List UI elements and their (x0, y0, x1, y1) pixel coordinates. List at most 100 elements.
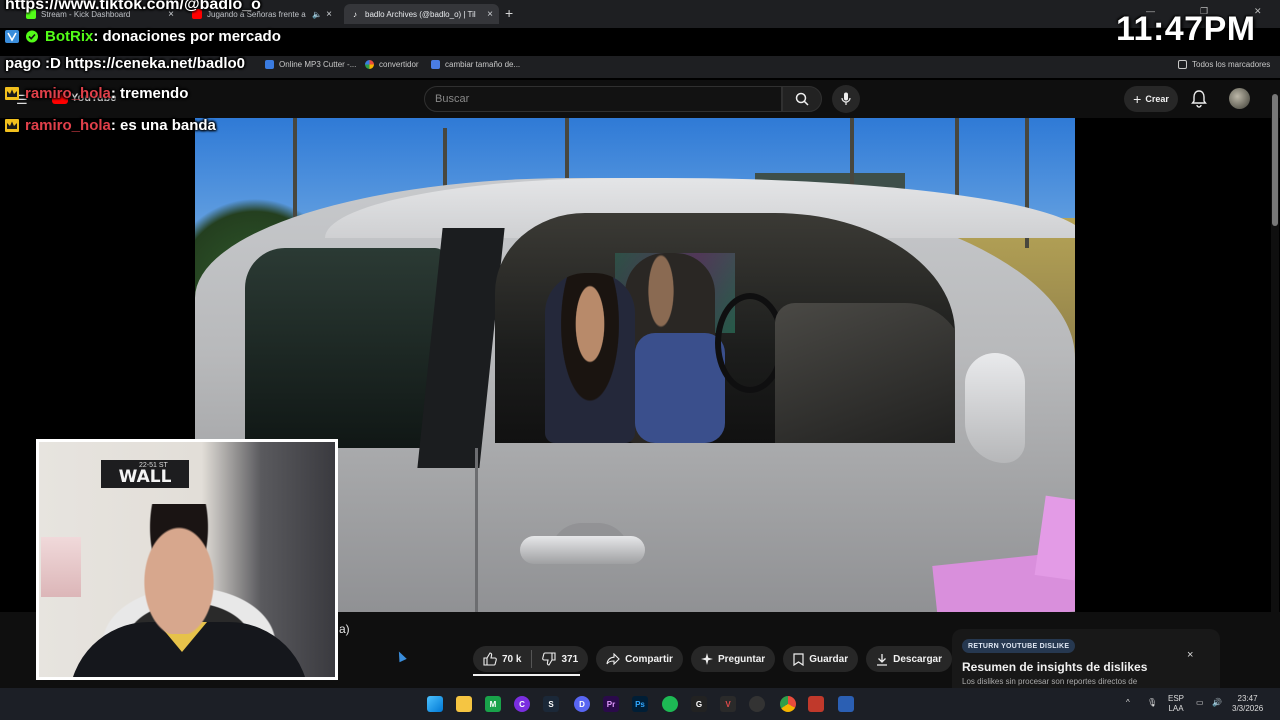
speaker-icon[interactable]: 🔈 (312, 9, 322, 19)
bookmark-mp3-cutter[interactable]: Online MP3 Cutter -... (265, 60, 356, 69)
like-ratio-bar (473, 674, 580, 676)
new-tab-button[interactable]: + (505, 5, 513, 21)
share-button[interactable]: Compartir (596, 646, 683, 672)
chat-message: ramiro_hola : tremendo (5, 85, 188, 102)
bot-badge-icon (5, 30, 19, 43)
video-scene-driver-shirt (635, 333, 725, 443)
create-label: Crear (1145, 94, 1169, 104)
system-date: 3/3/2026 (1232, 704, 1264, 713)
video-scene-pole (565, 118, 569, 178)
tray-chevron-icon[interactable]: ^ (1126, 698, 1130, 708)
chat-text: : es una banda (110, 117, 216, 134)
all-bookmarks[interactable]: Todos los marcadores (1178, 60, 1270, 69)
close-icon[interactable]: × (326, 9, 332, 20)
avatar[interactable] (1229, 88, 1250, 109)
stream-clock: 11:47PM (1116, 10, 1256, 48)
folder-icon (1178, 60, 1187, 69)
search-input[interactable] (425, 87, 781, 111)
video-scene-rear-window (245, 248, 445, 448)
chat-message: pago :D https://ceneka.net/badlo0 (5, 55, 245, 72)
close-icon[interactable]: × (487, 9, 493, 20)
bookmark-label: convertidor (379, 60, 419, 69)
video-scene-front-window (495, 213, 955, 443)
volume-icon[interactable]: 🔊 (1212, 698, 1222, 708)
video-scene-pole (850, 118, 854, 188)
youtube-masthead: ☰ YouTube + Crear (0, 80, 1280, 118)
crown-badge-icon (5, 87, 19, 100)
file-explorer-icon[interactable] (456, 696, 472, 712)
windows-start-icon[interactable] (427, 696, 443, 712)
ask-button[interactable]: Preguntar (690, 646, 776, 672)
like-separator (531, 650, 533, 668)
video-title-fragment: a) (339, 622, 350, 636)
capcut-icon[interactable]: C (514, 696, 530, 712)
like-button[interactable]: 70 k (483, 652, 521, 666)
obs-icon[interactable] (749, 696, 765, 712)
g-hub-icon[interactable]: G (691, 696, 707, 712)
tiktok-icon: ♪ (353, 9, 357, 19)
download-label: Descargar (893, 653, 943, 665)
tab-tiktok[interactable]: ♪ badlo Archives (@badlo_o) | Til × (344, 4, 499, 24)
search-button[interactable] (782, 86, 822, 112)
bookmark-save-icon (793, 652, 804, 666)
network-icon[interactable]: ▭ (1196, 698, 1204, 708)
notifications-bell-icon[interactable] (1191, 90, 1207, 108)
language-code: ESP (1168, 694, 1185, 703)
thumbs-down-icon (542, 652, 557, 666)
app-icon[interactable] (838, 696, 854, 712)
webcam-overlay: WALL 22-51 ST (36, 439, 338, 680)
scrollbar-thumb[interactable] (1272, 94, 1278, 226)
chat-username: ramiro_hola (25, 117, 111, 134)
tray-microphone-icon[interactable]: 🎙 (1147, 698, 1157, 708)
share-icon (606, 653, 620, 665)
chat-text: : donaciones por mercado (93, 28, 281, 45)
bookmark-label: cambiar tamaño de... (445, 60, 521, 69)
ask-label: Preguntar (717, 653, 766, 665)
crown-badge-icon (5, 119, 19, 132)
bookmark-icon (431, 60, 440, 69)
discord-icon[interactable]: D (574, 696, 590, 712)
share-label: Compartir (625, 653, 673, 665)
video-actions: 70 k 371 Compartir Preguntar Guardar Des… (473, 646, 987, 676)
video-scene-door-handle (520, 536, 645, 564)
search-box (424, 86, 782, 112)
tab-label: badlo Archives (@badlo_o) | Til (365, 9, 476, 19)
spotify-icon[interactable] (662, 696, 678, 712)
dislike-count: 371 (561, 653, 579, 665)
chat-username: ramiro_hola (25, 85, 111, 102)
dislike-button[interactable]: 371 (542, 652, 578, 666)
chat-text: : tremendo (110, 85, 189, 102)
download-button[interactable]: Descargar (866, 646, 953, 672)
steam-icon[interactable]: S (543, 696, 559, 712)
thumbs-up-icon (483, 652, 497, 666)
sparkle-icon (700, 653, 713, 665)
webcam-streamer-face (129, 504, 229, 634)
bookmark-resize[interactable]: cambiar tamaño de... (431, 60, 520, 69)
video-scene-passenger (545, 273, 635, 443)
language-indicator[interactable]: ESP LAA (1168, 694, 1184, 714)
save-button[interactable]: Guardar (783, 646, 859, 672)
return-dislike-card: RETURN YOUTUBE DISLIKE Resumen de insigh… (952, 629, 1220, 689)
video-scene-door-line (475, 448, 478, 612)
chat-message: ramiro_hola : es una banda (5, 117, 216, 134)
chrome-icon[interactable] (780, 696, 796, 712)
camtasia-icon[interactable]: M (485, 696, 501, 712)
overlay-tiktok-url: https://www.tiktok.com/@badlo_o (5, 0, 261, 13)
premiere-icon[interactable]: Pr (603, 696, 619, 712)
system-clock[interactable]: 23:47 3/3/2026 (1232, 694, 1263, 714)
photoshop-icon[interactable]: Ps (632, 696, 648, 712)
bookmark-convertidor[interactable]: convertidor (365, 60, 419, 69)
create-button[interactable]: + Crear (1124, 86, 1178, 112)
app-icon[interactable] (808, 696, 824, 712)
microphone-icon (841, 92, 851, 105)
google-icon (365, 60, 374, 69)
return-dislike-title: Resumen de insights de dislikes (962, 660, 1148, 674)
close-icon[interactable]: × (1187, 649, 1193, 661)
webcam-shelf (41, 537, 81, 597)
chat-message: BotRix : donaciones por mercado (5, 28, 281, 45)
search-icon (795, 92, 809, 106)
like-count: 70 k (502, 653, 522, 665)
like-dislike-group: 70 k 371 (473, 646, 589, 676)
voice-search-button[interactable] (832, 85, 860, 113)
valorant-icon[interactable]: V (720, 696, 736, 712)
